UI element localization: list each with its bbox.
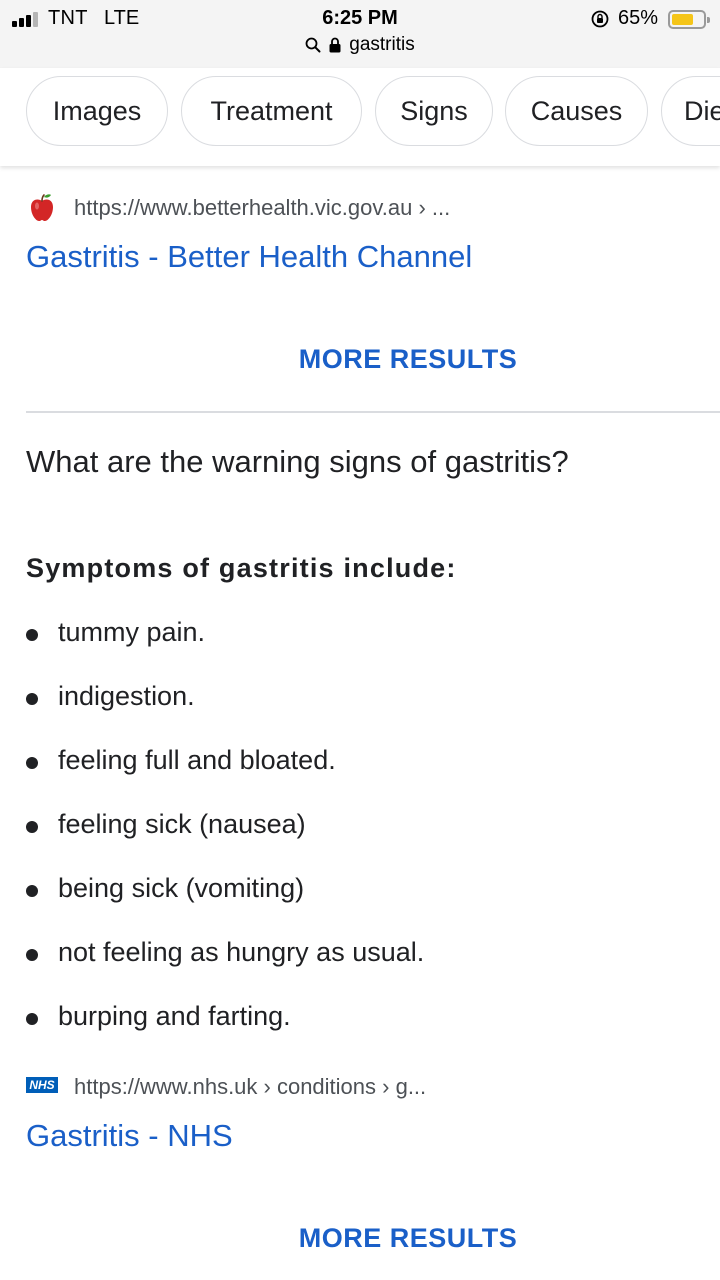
result-title-link[interactable]: Gastritis - NHS [26,1118,233,1154]
list-item: burping and farting. [26,1001,706,1041]
more-results-button[interactable]: MORE RESULTS [0,344,720,375]
list-item-text: feeling full and bloated. [58,745,336,775]
status-bar: TNT LTE 6:25 PM 65% [0,6,720,32]
list-item: tummy pain. [26,617,706,657]
chip-images[interactable]: Images [26,76,168,146]
bullet-icon [26,693,38,705]
apple-icon [31,194,53,221]
list-item: feeling sick (nausea) [26,809,706,849]
bullet-icon [26,885,38,897]
question-text[interactable]: What are the warning signs of gastritis? [26,444,569,480]
chip-diet[interactable]: Die [661,76,720,146]
list-item-text: being sick (vomiting) [58,873,305,903]
list-item: indigestion. [26,681,706,721]
list-item-text: tummy pain. [58,617,206,647]
list-item-text: feeling sick (nausea) [58,809,306,839]
chip-treatment[interactable]: Treatment [181,76,362,146]
browser-top-bar: TNT LTE 6:25 PM 65% gastritis [0,0,720,68]
filter-chip-row: Images Treatment Signs Causes Die [0,68,720,166]
bullet-icon [26,757,38,769]
list-item-text: indigestion. [58,681,195,711]
bullet-icon [26,629,38,641]
result-title-link[interactable]: Gastritis - Better Health Channel [26,239,472,275]
list-item-text: not feeling as hungry as usual. [58,937,425,967]
battery-percent: 65% [618,7,659,29]
chip-causes[interactable]: Causes [505,76,648,146]
clock-time: 6:25 PM [322,7,398,29]
result-url: https://www.betterhealth.vic.gov.au › ..… [74,195,451,220]
list-item: being sick (vomiting) [26,873,706,913]
bullet-icon [26,1013,38,1025]
nhs-logo: NHS [26,1077,58,1093]
symptoms-heading: Symptoms of gastritis include: [26,553,457,583]
address-query: gastritis [349,34,415,55]
chip-signs[interactable]: Signs [375,76,493,146]
bullet-icon [26,821,38,833]
rotation-lock-icon [591,10,609,28]
divider [26,411,720,413]
list-item: not feeling as hungry as usual. [26,937,706,977]
bullet-icon [26,949,38,961]
search-icon [305,37,321,53]
lock-icon [329,37,341,53]
list-item-text: burping and farting. [58,1001,291,1031]
result-url: https://www.nhs.uk › conditions › g... [74,1074,427,1099]
battery-icon [668,10,710,29]
more-results-button[interactable]: MORE RESULTS [0,1223,720,1254]
list-item: feeling full and bloated. [26,745,706,785]
address-bar[interactable]: gastritis [0,34,720,60]
